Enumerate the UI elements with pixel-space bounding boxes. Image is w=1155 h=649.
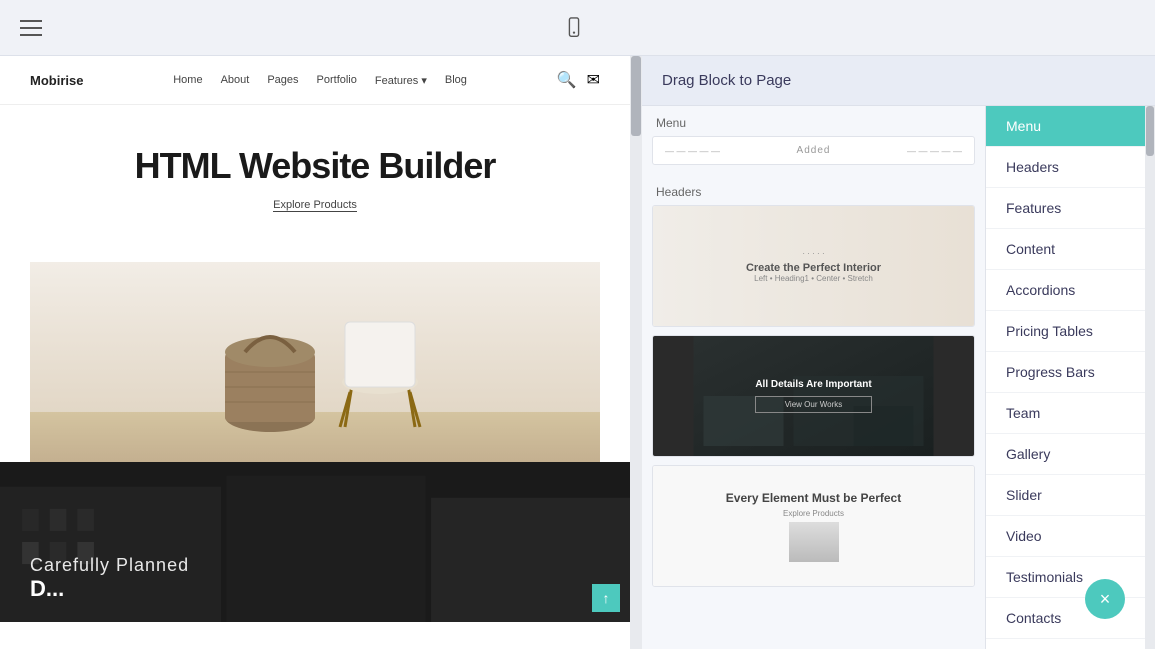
nav-blog[interactable]: Blog [445,74,467,87]
header-preview-3: Every Element Must be Perfect Explore Pr… [653,466,974,586]
category-gallery[interactable]: Gallery [986,434,1145,475]
scroll-thumb [631,56,641,136]
category-team[interactable]: Team [986,393,1145,434]
hero-title: HTML Website Builder [30,145,600,187]
menu-section: Menu — — — — — Added — — — — — [652,116,975,165]
close-button[interactable]: × [1085,579,1125,619]
thumbnails-column: Menu — — — — — Added — — — — — Headers [642,106,985,649]
nav-pages[interactable]: Pages [267,74,298,87]
main-area: Mobirise Home About Pages Portfolio Feat… [0,56,1155,649]
top-bar [0,0,1155,56]
middle-scrollbar[interactable] [630,56,642,649]
header-thumb-2-img: All Details Are Important View Our Works [653,336,974,456]
chair-visual [30,262,600,462]
site-nav-links: Home About Pages Portfolio Features ▾ Bl… [173,74,467,87]
thumb3-sub: Explore Products [783,509,844,518]
right-scroll-thumb [1146,106,1154,156]
menu-added-left: — — — — — [665,146,720,156]
hero-section: HTML Website Builder Explore Products [0,105,630,262]
thumb1-sub: Left • Heading1 • Center • Stretch [754,274,873,283]
site-logo: Mobirise [30,73,83,88]
category-nav: Menu Headers Features Content Accordions… [985,106,1145,649]
dark-section: Carefully Planned D... ↑ [0,462,630,622]
block-panel: Drag Block to Page Menu — — — — — Added … [642,56,1155,649]
header-thumb-3-img: Every Element Must be Perfect Explore Pr… [653,466,974,586]
hero-image-container [30,262,600,462]
headers-label: Headers [652,185,975,199]
block-panel-header: Drag Block to Page [642,56,1155,106]
nav-features[interactable]: Features ▾ [375,74,427,87]
thumb1-title: Create the Perfect Interior [746,262,881,274]
category-accordions[interactable]: Accordions [986,270,1145,311]
mail-icon[interactable]: ✉ [587,70,600,90]
site-nav: Mobirise Home About Pages Portfolio Feat… [0,56,630,105]
header-thumb-1[interactable]: · · · · · Create the Perfect Interior Le… [652,205,975,327]
category-video[interactable]: Video [986,516,1145,557]
hamburger-icon[interactable] [20,20,42,36]
preview-dots: · · · · · [802,249,824,258]
menu-added-right: — — — — — [907,146,962,156]
header-thumb-1-img: · · · · · Create the Perfect Interior Le… [653,206,974,326]
header-thumb-3[interactable]: Every Element Must be Perfect Explore Pr… [652,465,975,587]
category-menu[interactable]: Menu [986,106,1145,147]
category-pricing-tables[interactable]: Pricing Tables [986,311,1145,352]
category-headers[interactable]: Headers [986,147,1145,188]
category-content[interactable]: Content [986,229,1145,270]
nav-home[interactable]: Home [173,74,202,87]
header-thumb-2[interactable]: All Details Are Important View Our Works [652,335,975,457]
right-scrollbar[interactable] [1145,106,1155,649]
menu-label: Menu [652,116,975,130]
menu-thumbnail[interactable]: — — — — — Added — — — — — [652,136,975,165]
carefully-sub: D... [30,576,189,602]
nav-portfolio[interactable]: Portfolio [317,74,357,87]
search-icon[interactable]: 🔍 [557,70,577,90]
header-preview-2: All Details Are Important View Our Works [653,336,974,456]
category-progress-bars[interactable]: Progress Bars [986,352,1145,393]
added-badge: Added [797,145,831,156]
nav-about[interactable]: About [221,74,250,87]
site-nav-icons: 🔍 ✉ [557,70,600,90]
header-preview-1: · · · · · Create the Perfect Interior Le… [653,206,974,326]
preview-content: Mobirise Home About Pages Portfolio Feat… [0,56,630,622]
scroll-up-button[interactable]: ↑ [592,584,620,612]
carefully-title: Carefully Planned [30,555,189,576]
preview-pane: Mobirise Home About Pages Portfolio Feat… [0,56,630,649]
thumb3-title: Every Element Must be Perfect [726,491,901,505]
phone-icon[interactable] [563,17,585,39]
category-slider[interactable]: Slider [986,475,1145,516]
headers-section: Headers · · · · · Create the Perfect Int… [652,185,975,587]
thumb2-btn[interactable]: View Our Works [755,396,871,413]
thumb2-overlay: All Details Are Important [755,379,871,390]
category-features[interactable]: Features [986,188,1145,229]
hero-link[interactable]: Explore Products [273,199,357,212]
chair-thumbnail [789,522,839,562]
block-panel-body: Menu — — — — — Added — — — — — Headers [642,106,1155,649]
